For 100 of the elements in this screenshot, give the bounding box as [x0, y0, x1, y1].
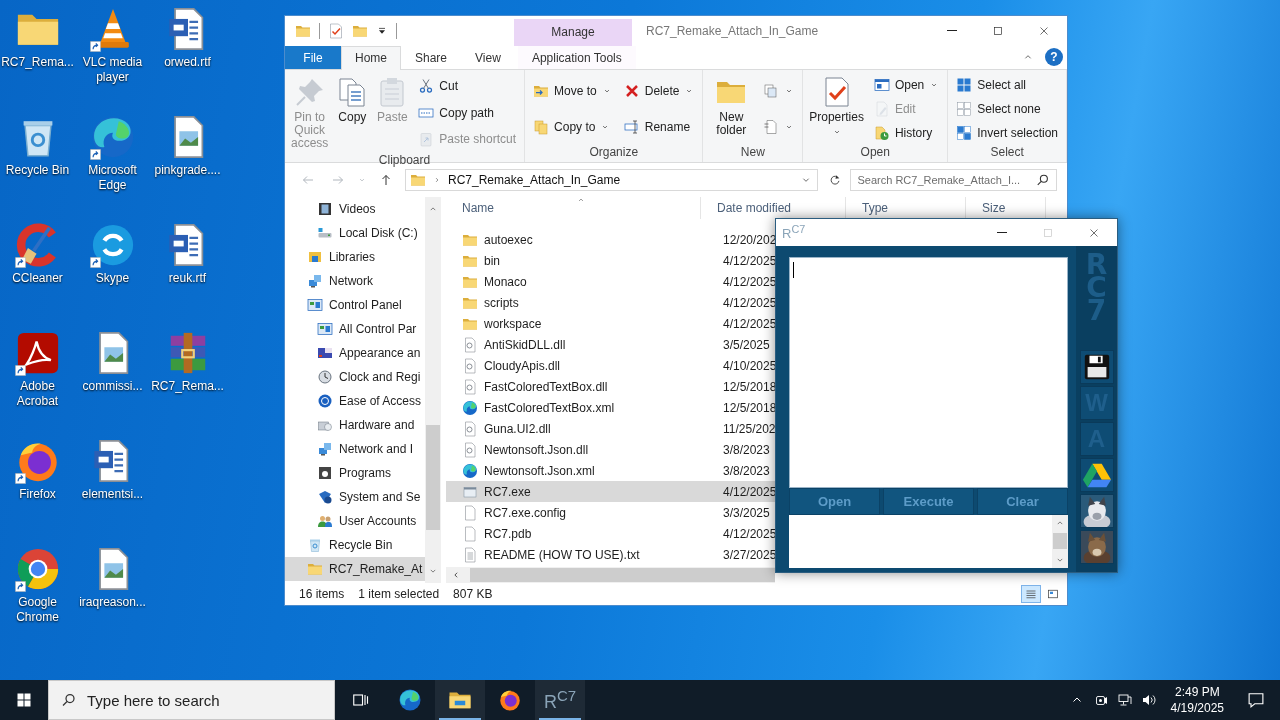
ribbon-tab[interactable]: Home — [341, 45, 401, 70]
scrollbar[interactable] — [446, 567, 775, 584]
ribbon-tab[interactable]: File — [285, 45, 341, 69]
nav-item[interactable]: Hardware and — [285, 413, 425, 438]
desktop-icon-label[interactable]: RC7_Rema... — [0, 55, 75, 70]
nav-item[interactable]: Ease of Access — [285, 389, 425, 414]
ribbon-button[interactable]: New folder — [706, 72, 757, 145]
column-header[interactable]: Name — [446, 197, 701, 220]
desktop-icon-label[interactable]: pinkgrade.... — [150, 163, 225, 178]
desktop-icon-label[interactable]: commissi... — [75, 379, 150, 394]
search-field[interactable]: Search RC7_Remake_Attach_I... — [850, 169, 1057, 192]
nav-item[interactable]: Programs — [285, 461, 425, 486]
file-row[interactable]: CloudyApis.dll 4/10/2025 — [446, 355, 775, 377]
file-name: RC7.exe — [484, 484, 531, 499]
nav-item[interactable]: Libraries — [285, 245, 425, 270]
save-button[interactable] — [1079, 350, 1114, 384]
nav-item[interactable]: All Control Par — [285, 317, 425, 342]
address-bar[interactable]: RC7_Remake_Attach_In_Game — [405, 169, 819, 192]
nav-item[interactable]: Videos — [285, 197, 425, 222]
file-name: README (HOW TO USE).txt — [484, 547, 640, 562]
ribbon-button[interactable]: Copy to — [530, 117, 615, 136]
ribbon-tab[interactable]: Share — [401, 45, 462, 69]
clock-date[interactable]: 4/19/2025 — [1170, 700, 1224, 716]
file-row[interactable]: FastColoredTextBox.xml 12/5/2018 — [446, 397, 775, 419]
nav-item[interactable]: Local Disk (C:) — [285, 221, 425, 246]
file-row[interactable]: Newtonsoft.Json.xml 3/8/2023 — [446, 460, 775, 482]
nav-item[interactable]: Network and I — [285, 437, 425, 462]
scroll-thumb[interactable] — [470, 568, 775, 583]
rename-icon — [623, 118, 640, 135]
file-row[interactable]: FastColoredTextBox.dll 12/5/2018 — [446, 376, 775, 398]
desktop-icon-label[interactable]: Microsoft Edge — [75, 163, 150, 193]
desktop-icon-label[interactable]: Recycle Bin — [0, 163, 75, 178]
desktop-icon-label[interactable]: Google Chrome — [0, 595, 75, 625]
ribbon-tab[interactable]: View — [461, 45, 515, 69]
desktop-icon-label[interactable]: CCleaner — [0, 271, 75, 286]
file-row[interactable]: Guna.UI2.dll 11/25/202 — [446, 418, 775, 440]
file-row[interactable]: bin 4/12/2025 — [446, 250, 775, 272]
side-button[interactable] — [1079, 458, 1114, 492]
taskbar-button[interactable] — [435, 680, 485, 720]
file-row[interactable]: AntiSkidDLL.dll 3/5/2025 — [446, 334, 775, 356]
desktop-icon-label[interactable]: iraqreason... — [75, 595, 150, 610]
ribbon-tab[interactable]: Application Tools — [517, 45, 636, 69]
network-icon — [317, 441, 333, 458]
file-row[interactable]: Monaco 4/12/2025 — [446, 271, 775, 293]
notification-icon[interactable] — [1246, 690, 1266, 710]
help-button[interactable]: ? — [1045, 48, 1063, 67]
ribbon-button[interactable]: Open — [870, 75, 943, 94]
date-modified: 4/12/2025 — [722, 316, 777, 331]
accessibility-icon — [317, 393, 333, 410]
item-count: 16 items — [299, 587, 345, 602]
taskbar-button[interactable]: R$^{C7}$ — [535, 680, 585, 720]
selection-size: 807 KB — [453, 587, 493, 602]
desktop-icon-label[interactable]: Skype — [75, 271, 150, 286]
ribbon-button[interactable]: Properties — [806, 72, 867, 145]
desktop-icon-label[interactable]: orwed.rtf — [150, 55, 225, 70]
desktop-icon-label[interactable]: RC7_Rema... — [150, 379, 225, 394]
volume-icon[interactable] — [1140, 692, 1157, 708]
nav-item[interactable]: Appearance an — [285, 341, 425, 366]
file-row[interactable]: Newtonsoft.Json.dll 3/8/2023 — [446, 439, 775, 461]
scroll-thumb[interactable] — [426, 425, 440, 531]
ribbon-button[interactable]: Move to — [530, 81, 615, 100]
ribbon-button[interactable]: Delete — [620, 81, 698, 100]
nav-item[interactable]: User Accounts — [285, 509, 425, 534]
ribbon-button[interactable]: Copy path — [415, 103, 520, 122]
file-row[interactable]: RC7.exe 4/12/2025 — [446, 481, 775, 503]
ribbon-button[interactable]: Invert selection — [953, 123, 1061, 142]
ribbon-button[interactable]: Copy — [333, 72, 372, 153]
ribbon-button[interactable]: Select none — [953, 99, 1061, 118]
view-button[interactable] — [1021, 585, 1041, 604]
ribbon-button[interactable]: History — [870, 123, 943, 142]
file-row[interactable]: autoexec 12/20/202 — [446, 229, 775, 251]
file-row[interactable]: scripts 4/12/2025 — [446, 292, 775, 314]
desktop-icon-label[interactable]: elementsi... — [75, 487, 150, 502]
nav-item[interactable]: RC7_Remake_At — [285, 557, 425, 582]
file-icon — [462, 525, 478, 542]
scrollbar[interactable] — [425, 197, 441, 584]
scroll-thumb[interactable] — [1053, 533, 1067, 549]
file-row[interactable]: workspace 4/12/2025 — [446, 313, 775, 335]
desktop-icon-label[interactable]: reuk.rtf — [150, 271, 225, 286]
desktop-icon-label[interactable]: Firefox — [0, 487, 75, 502]
file-row[interactable]: RC7.exe.config 3/3/2025 — [446, 502, 775, 524]
ribbon-button[interactable]: Rename — [620, 117, 698, 136]
ribbon-button[interactable]: Select all — [953, 75, 1061, 94]
nav-item[interactable]: Control Panel — [285, 293, 425, 318]
nav-item[interactable]: Clock and Regi — [285, 365, 425, 390]
ribbon-button[interactable]: Cut — [415, 77, 520, 95]
file-row[interactable]: README (HOW TO USE).txt 3/27/2025 — [446, 544, 775, 566]
search-field[interactable]: Type here to search — [48, 680, 335, 720]
window-icon — [873, 76, 890, 93]
nav-item[interactable]: Recycle Bin — [285, 533, 425, 558]
properties-icon[interactable] — [328, 22, 344, 39]
nav-item[interactable]: Network — [285, 269, 425, 294]
clock-time[interactable]: 2:49 PM — [1174, 684, 1220, 700]
date-modified: 3/5/2025 — [722, 337, 770, 352]
desktop-icon-label[interactable]: VLC media player — [75, 55, 150, 85]
scrollbar[interactable] — [1052, 515, 1068, 568]
network-icon[interactable] — [1116, 692, 1133, 708]
desktop-icon-label[interactable]: Adobe Acrobat — [0, 379, 75, 409]
file-row[interactable]: RC7.pdb 4/12/2025 — [446, 523, 775, 545]
nav-item[interactable]: System and Se — [285, 485, 425, 510]
